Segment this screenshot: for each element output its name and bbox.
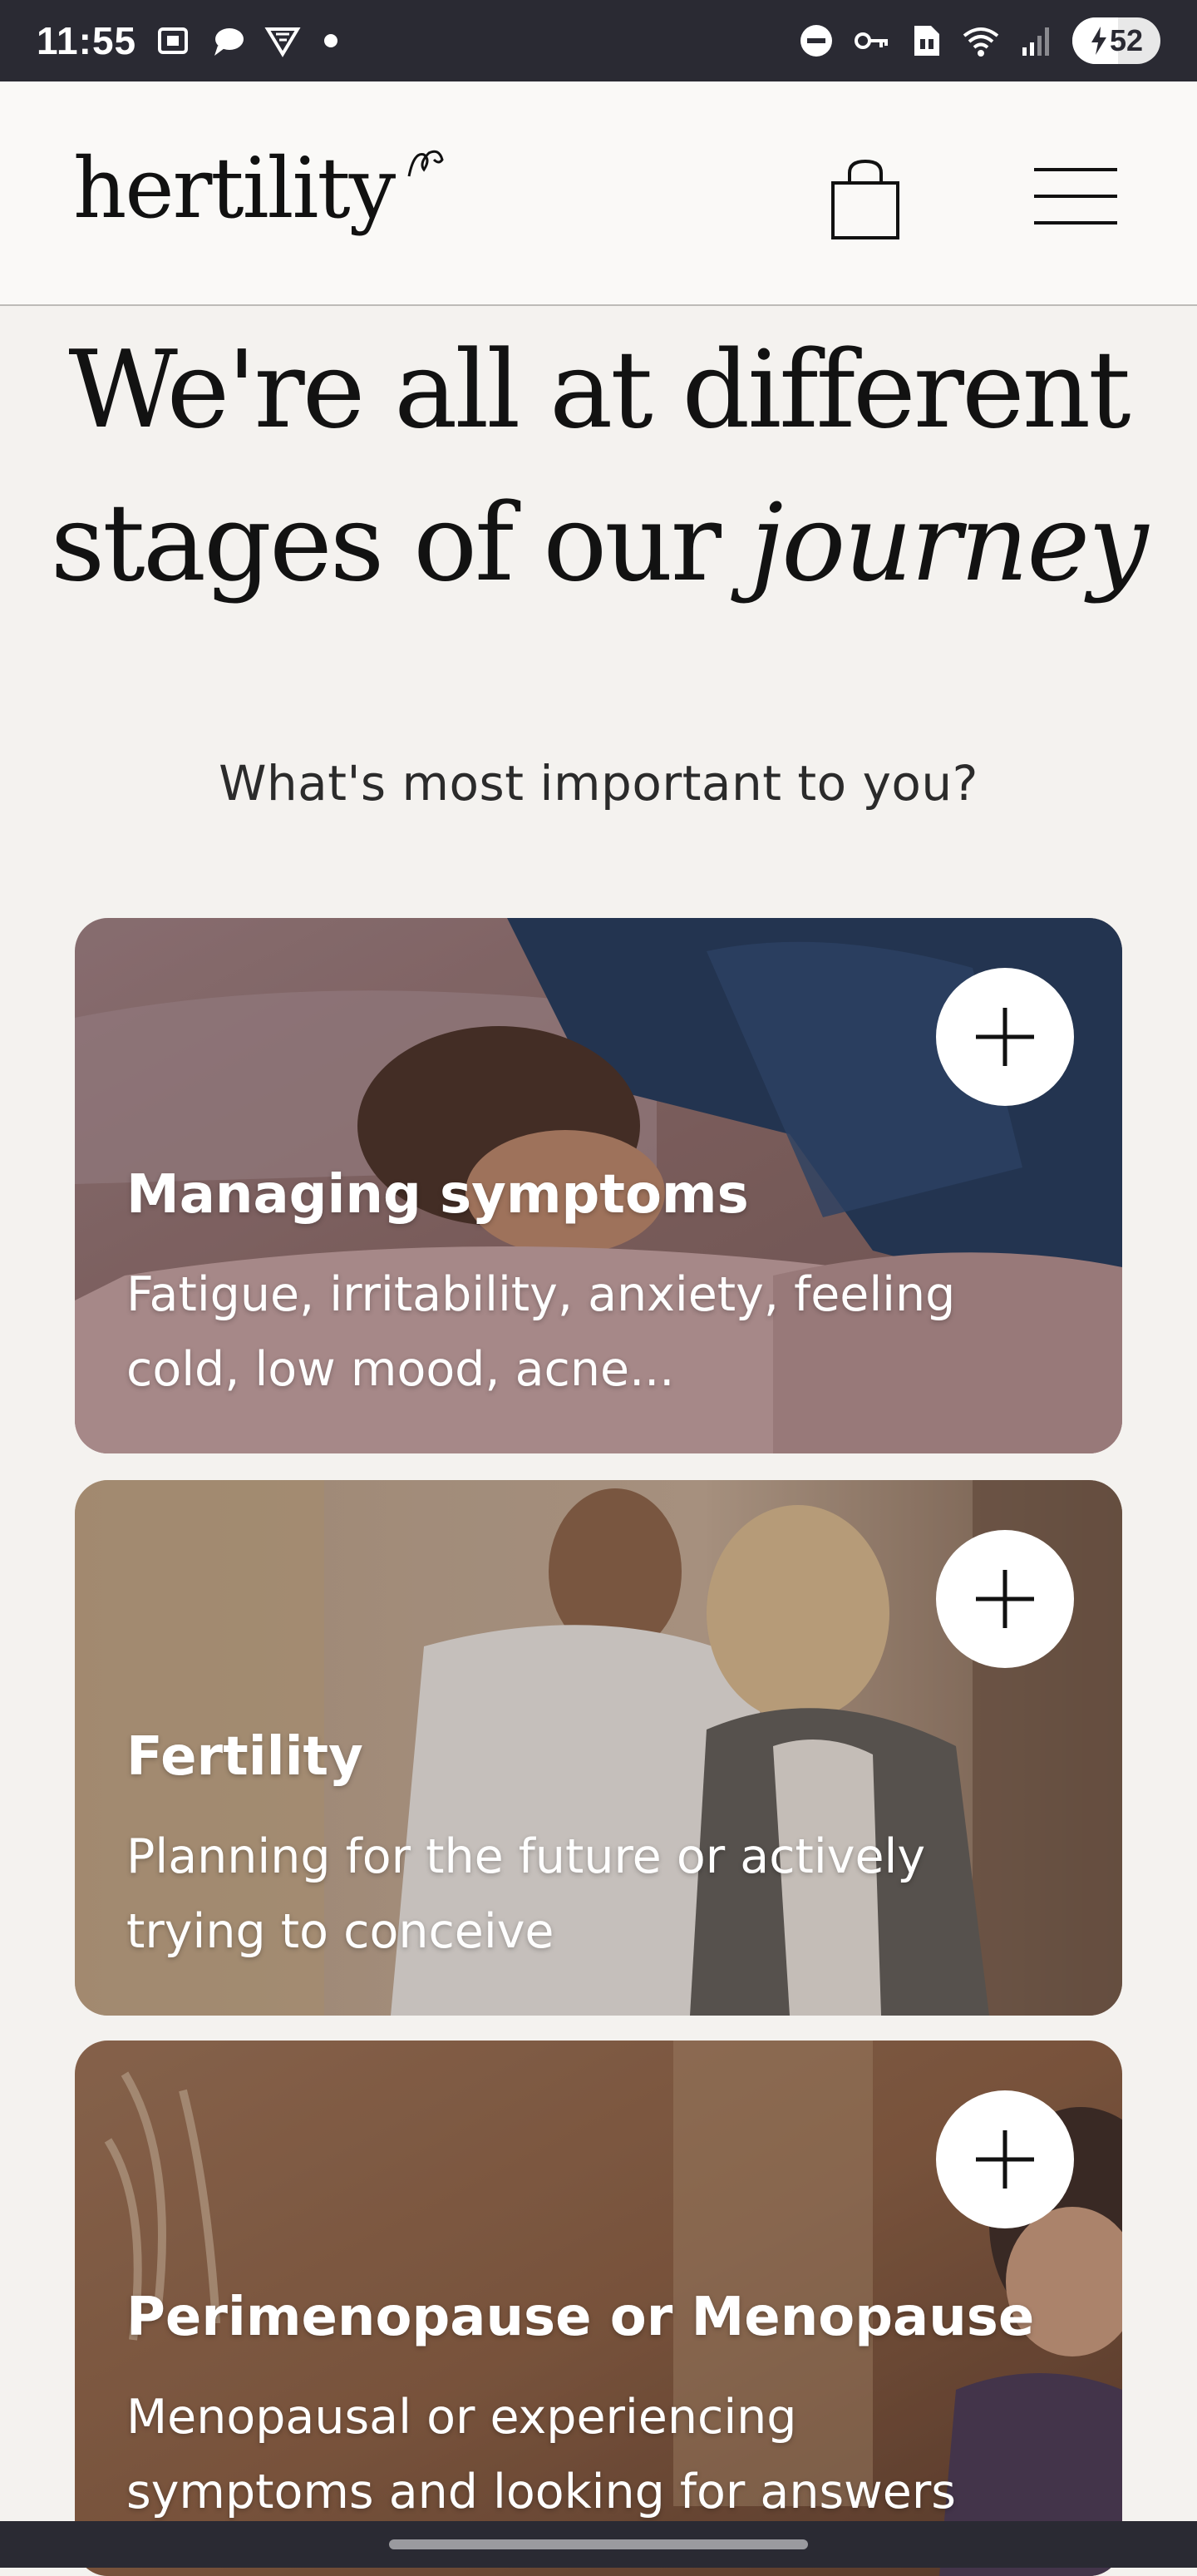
hero-title-line2: stages of our journey [50, 467, 1149, 620]
charging-bolt-icon [1091, 27, 1106, 55]
card-managing-symptoms[interactable]: Managing symptoms Fatigue, irritability,… [75, 918, 1122, 1453]
card-description: Planning for the future or actively tryi… [126, 1829, 926, 1959]
hero-title-plain: stages of our [50, 481, 722, 605]
hero-title: We're all at different stages of our jou… [50, 314, 1149, 620]
status-time: 11:55 [37, 19, 137, 62]
card-title: Perimenopause or Menopause [126, 2287, 1035, 2348]
site-header: hertility [0, 81, 1197, 306]
status-bar: 11:55 52 [0, 0, 1197, 81]
battery-level: 52 [1109, 23, 1144, 57]
message-icon [214, 28, 244, 56]
card-fertility[interactable]: Fertility Planning for the future or act… [75, 1480, 1122, 2016]
shopping-bag-icon[interactable] [828, 158, 903, 241]
hero-title-line1: We're all at different [68, 328, 1130, 452]
battery-indicator: 52 [1072, 17, 1160, 64]
signal-icon [1022, 27, 1049, 56]
plus-icon[interactable] [936, 968, 1074, 1106]
card-description: Fatigue, irritability, anxiety, feeling … [126, 1267, 956, 1397]
notification-dot [324, 34, 338, 47]
hamburger-menu-icon[interactable] [1034, 165, 1121, 228]
sim-icon [914, 26, 939, 56]
card-title: Fertility [126, 1726, 363, 1788]
logo-flourish-icon [407, 150, 444, 177]
section-subtitle: What's most important to you? [219, 755, 978, 812]
status-right: 52 [798, 17, 1160, 64]
system-navigation-bar [0, 2521, 1197, 2568]
vpn-key-icon [855, 32, 888, 49]
wifi-icon [963, 27, 999, 57]
card-description: Menopausal or experiencing symptoms and … [126, 2390, 956, 2519]
card-title: Managing symptoms [126, 1164, 749, 1226]
screenshot-icon [158, 27, 189, 54]
hertility-logo[interactable]: hertility [73, 140, 396, 237]
hero-title-italic: journey [750, 481, 1149, 605]
home-gesture-handle[interactable] [389, 2539, 808, 2549]
plus-icon[interactable] [936, 2090, 1074, 2228]
status-left: 11:55 [37, 18, 338, 63]
filter-icon [264, 27, 301, 57]
plus-icon[interactable] [936, 1530, 1074, 1668]
card-perimenopause[interactable]: Perimenopause or Menopause Menopausal or… [75, 2041, 1122, 2576]
dnd-icon [800, 25, 832, 57]
